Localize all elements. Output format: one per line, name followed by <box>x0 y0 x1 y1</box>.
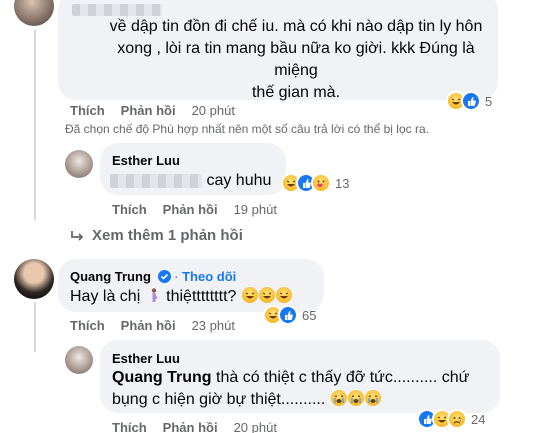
reply-button[interactable]: Phản hồi <box>163 420 218 433</box>
view-more-replies[interactable]: Xem thêm 1 phản hồi <box>70 227 243 244</box>
timestamp[interactable]: 20 phút <box>192 103 235 118</box>
reaction-count: 65 <box>302 307 317 323</box>
avatar[interactable] <box>65 346 93 374</box>
author-name[interactable]: Quang Trung <box>70 269 151 284</box>
mention-link[interactable]: Quang Trung <box>112 369 212 386</box>
author-name[interactable]: Esther Luu <box>112 351 180 366</box>
laughing-emoji-icon <box>258 287 275 303</box>
author-name[interactable]: Esther Luu <box>112 153 180 168</box>
comment-text: Hay là chị thiệtttttttt? <box>70 286 292 308</box>
reaction-count: 24 <box>471 411 486 427</box>
reaction-summary[interactable]: 13 <box>281 173 349 193</box>
like-button[interactable]: Thích <box>70 103 105 118</box>
avatar[interactable] <box>65 150 93 178</box>
reply-text: Quang Trung thà có thiệt c thấy đỡ tức..… <box>112 369 470 408</box>
sad-icon <box>447 409 467 429</box>
reply-actions: Thích Phản hồi 20 phút <box>112 420 277 433</box>
verified-badge-icon <box>157 270 171 283</box>
like-icon <box>461 91 481 111</box>
timestamp[interactable]: 19 phút <box>234 202 277 217</box>
like-button[interactable]: Thích <box>112 420 147 433</box>
reply-arrow-icon <box>71 230 84 241</box>
comment-text: về dập tin đồn đi chế iu. mà có khi nào … <box>109 18 483 101</box>
separator: · <box>174 269 179 284</box>
redacted-mention <box>110 173 202 188</box>
like-button[interactable]: Thích <box>70 318 105 333</box>
redacted-name <box>72 4 162 16</box>
reply-button[interactable]: Phản hồi <box>121 103 176 118</box>
timestamp[interactable]: 23 phút <box>192 318 235 333</box>
reply-button[interactable]: Phản hồi <box>121 318 176 333</box>
author-row: Quang Trung · Theo dõi <box>70 269 236 284</box>
follow-button[interactable]: Theo dõi <box>182 269 236 284</box>
thread-line <box>34 302 36 352</box>
pregnant-woman-emoji-icon <box>145 287 162 303</box>
thread-line <box>34 30 36 220</box>
timestamp[interactable]: 20 phút <box>234 420 277 433</box>
filter-note: Đã chọn chế độ Phù hợp nhất nên một số c… <box>65 122 429 136</box>
reaction-count: 5 <box>485 93 493 109</box>
laughing-emoji-icon <box>241 287 258 303</box>
comment-actions: Thích Phản hồi 20 phút <box>70 103 235 118</box>
like-button[interactable]: Thích <box>112 202 147 217</box>
reply-actions: Thích Phản hồi 19 phút <box>112 202 277 217</box>
reaction-summary[interactable]: 24 <box>417 409 485 429</box>
laughing-emoji-icon <box>275 287 292 303</box>
reaction-summary[interactable]: 65 <box>263 305 316 325</box>
comment-actions: Thích Phản hồi 23 phút <box>70 318 235 333</box>
reply-button[interactable]: Phản hồi <box>163 202 218 217</box>
crying-emoji-icon <box>364 390 381 406</box>
reply-text: cay huhu <box>110 170 271 192</box>
like-icon <box>278 305 298 325</box>
avatar[interactable] <box>14 259 54 299</box>
comment-bubble: về dập tin đồn đi chế iu. mà có khi nào … <box>58 0 498 101</box>
crying-emoji-icon <box>330 390 347 406</box>
reply-bubble: Esther Luu cay huhu <box>100 143 286 195</box>
crying-emoji-icon <box>347 390 364 406</box>
reply-bubble: Esther Luu Quang Trung thà có thiệt c th… <box>100 340 500 413</box>
care-icon <box>311 173 331 193</box>
reaction-count: 13 <box>335 175 350 191</box>
avatar[interactable] <box>14 0 54 26</box>
reaction-summary[interactable]: 5 <box>446 91 492 111</box>
